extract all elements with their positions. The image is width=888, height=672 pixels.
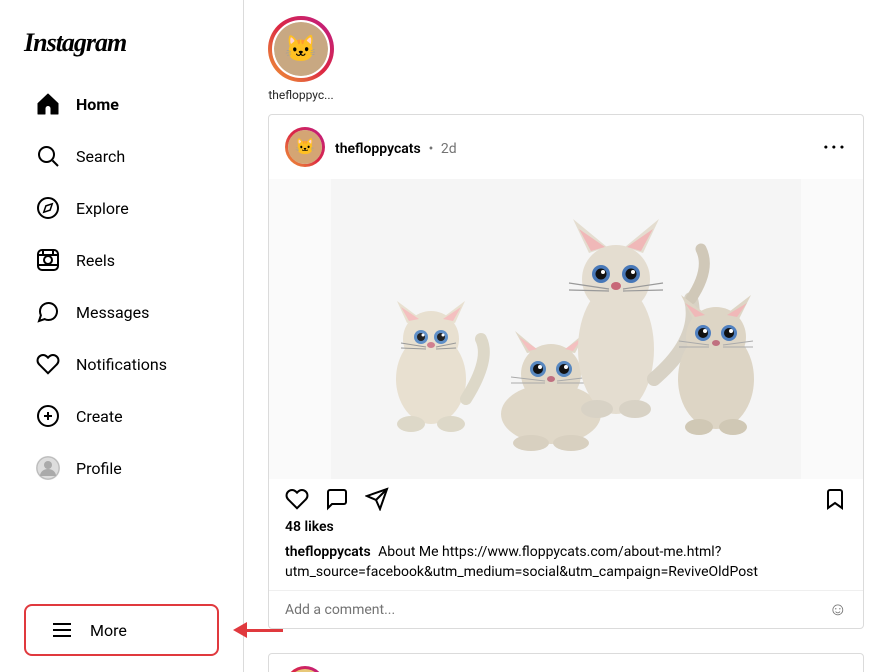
search-icon <box>36 144 60 168</box>
second-post-avatar-ring[interactable]: 🦁 <box>285 666 325 672</box>
post-author-avatar: 🐱 <box>288 130 322 164</box>
comment-placeholder[interactable]: Add a comment... <box>285 602 395 618</box>
post-separator: • <box>429 141 437 157</box>
sidebar-item-create[interactable]: Create <box>12 392 231 440</box>
post-author-info: thefloppycats • 2d <box>335 138 457 157</box>
sidebar-item-reels[interactable]: Reels <box>12 236 231 284</box>
notifications-icon <box>36 352 60 376</box>
story-avatar: 🐱 <box>272 20 330 78</box>
create-icon <box>36 404 60 428</box>
stories-bar: 🐱 thefloppyc... <box>268 0 864 114</box>
post-likes: 48 likes <box>269 519 863 539</box>
post-time: 2d <box>441 141 457 157</box>
post-header: 🐱 thefloppycats • 2d ··· <box>269 115 863 179</box>
reels-icon <box>36 248 60 272</box>
story-item[interactable]: 🐱 thefloppyc... <box>268 16 334 102</box>
post-author-avatar-ring[interactable]: 🐱 <box>285 127 325 167</box>
sidebar-item-messages[interactable]: Messages <box>12 288 231 336</box>
svg-text:🐱: 🐱 <box>285 34 317 64</box>
home-label: Home <box>76 95 119 114</box>
post-actions-left <box>285 487 389 511</box>
caption-author[interactable]: thefloppycats <box>285 544 371 560</box>
profile-label: Profile <box>76 459 122 478</box>
comment-button[interactable] <box>325 487 349 511</box>
second-post-preview: 🦁 truu.tw ··· <box>268 653 864 672</box>
more-button[interactable]: More <box>24 604 219 656</box>
main-feed: 🐱 thefloppyc... 🐱 <box>244 0 888 672</box>
home-icon <box>36 92 60 116</box>
messages-icon <box>36 300 60 324</box>
create-label: Create <box>76 407 123 426</box>
post-image <box>269 179 863 479</box>
explore-icon <box>36 196 60 220</box>
sidebar-item-explore[interactable]: Explore <box>12 184 231 232</box>
story-username: thefloppyc... <box>268 88 333 102</box>
sidebar: Instagram Home Search Explore <box>0 0 244 672</box>
sidebar-item-profile[interactable]: Profile <box>12 444 231 492</box>
post-card: 🐱 thefloppycats • 2d ··· <box>268 114 864 629</box>
share-button[interactable] <box>365 487 389 511</box>
post-actions <box>269 479 863 519</box>
reels-label: Reels <box>76 251 115 270</box>
emoji-button[interactable]: ☺ <box>829 599 847 620</box>
second-post-header: 🦁 truu.tw ··· <box>269 654 863 672</box>
more-icon <box>50 618 74 642</box>
messages-label: Messages <box>76 303 149 322</box>
sidebar-item-notifications[interactable]: Notifications <box>12 340 231 388</box>
post-caption: thefloppycats About Me https://www.flopp… <box>269 539 863 590</box>
bookmark-button[interactable] <box>823 487 847 511</box>
second-post-header-left: 🦁 truu.tw <box>285 666 379 672</box>
explore-label: Explore <box>76 199 129 218</box>
post-options-button[interactable]: ··· <box>823 135 847 159</box>
post-author-name[interactable]: thefloppycats <box>335 141 421 157</box>
post-header-left: 🐱 thefloppycats • 2d <box>285 127 457 167</box>
add-comment-bar: Add a comment... ☺ <box>269 590 863 628</box>
arrow-indicator <box>233 622 283 638</box>
more-label: More <box>90 621 127 640</box>
sidebar-item-home[interactable]: Home <box>12 80 231 128</box>
story-avatar-ring: 🐱 <box>268 16 334 82</box>
search-label: Search <box>76 147 125 166</box>
instagram-logo[interactable]: Instagram <box>0 12 243 78</box>
notifications-label: Notifications <box>76 355 167 374</box>
svg-text:🐱: 🐱 <box>295 137 315 156</box>
like-button[interactable] <box>285 487 309 511</box>
sidebar-item-search[interactable]: Search <box>12 132 231 180</box>
profile-avatar-icon <box>36 456 60 480</box>
